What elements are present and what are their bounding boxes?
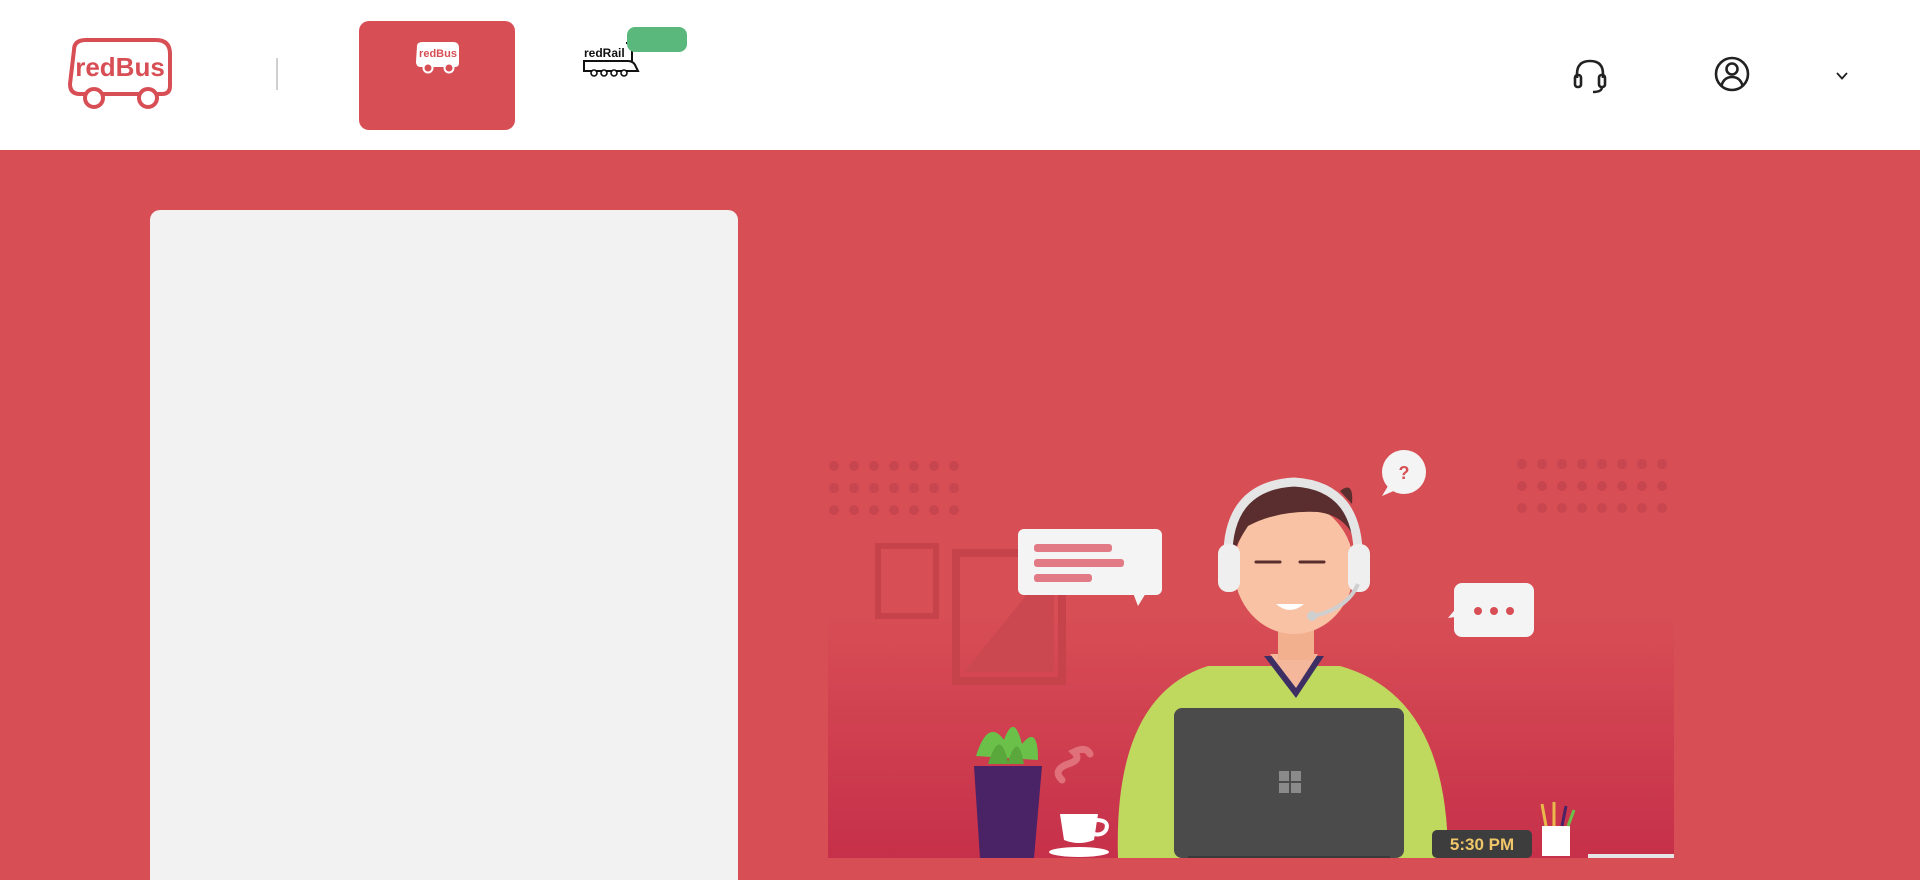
top-header: redBus redBus redRail (0, 0, 1920, 150)
clock-time: 5:30 PM (1450, 835, 1514, 854)
rail-tab-logo-text: redRail (584, 46, 625, 60)
help-button[interactable] (1568, 56, 1612, 96)
redbus-logo[interactable]: redBus (64, 36, 176, 112)
support-illustration: ? 5:30 PM (828, 316, 1674, 860)
tab-bus[interactable]: redBus (359, 21, 515, 130)
account-menu[interactable] (1708, 54, 1858, 98)
search-card (150, 210, 738, 880)
header-divider (276, 58, 278, 90)
user-circle-icon (1712, 54, 1752, 99)
logo-text: redBus (75, 52, 165, 82)
question-mark: ? (1399, 463, 1410, 483)
bus-tab-icon: redBus (413, 41, 461, 80)
tab-rail[interactable]: redRail (578, 21, 718, 130)
headset-icon (1568, 59, 1612, 100)
bus-tab-logo-text: redBus (419, 48, 457, 60)
chevron-down-icon[interactable] (1834, 68, 1850, 89)
rail-new-badge (627, 27, 687, 52)
